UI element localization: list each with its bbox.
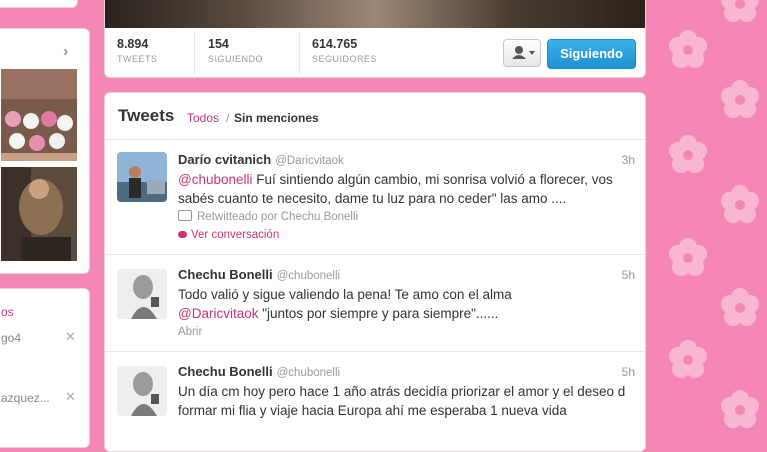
tweet-time[interactable]: 3h xyxy=(622,153,635,167)
divider xyxy=(299,31,300,75)
left-top-card xyxy=(0,0,78,8)
chevron-right-icon[interactable]: › xyxy=(63,43,68,61)
tweets-stream: Tweets Todos / Sin menciones Darío cvita… xyxy=(104,92,646,452)
retweet-by[interactable]: Retwitteado por Chechu Bonelli xyxy=(197,211,358,223)
tweets-header: Tweets Todos / Sin menciones xyxy=(105,93,645,140)
view-conversation-link[interactable]: Ver conversación xyxy=(178,229,279,241)
avatar[interactable] xyxy=(117,366,167,416)
tweet-text: Todo valió y sigue valiendo la pena! Te … xyxy=(178,285,633,323)
photo-thumbnail[interactable] xyxy=(1,69,77,161)
tweet-item[interactable]: Chechu Bonelli @chubonelli 5h Un día cm h… xyxy=(105,352,645,451)
tweet-item[interactable]: Chechu Bonelli @chubonelli 5h Todo valió … xyxy=(105,255,645,352)
suggestion-label[interactable]: os xyxy=(1,305,14,319)
stat-value: 614.765 xyxy=(312,37,358,51)
tweet-item[interactable]: Darío cvitanich @Daricvitaok 3h @chubonel… xyxy=(105,140,645,255)
filter-separator: / xyxy=(226,111,230,125)
stat-followers[interactable]: 614.765 SEGUIDORES xyxy=(312,37,377,75)
tweet-time[interactable]: 5h xyxy=(622,365,635,379)
mention-link[interactable]: @chubonelli xyxy=(178,172,253,187)
view-conversation-label: Ver conversación xyxy=(191,229,280,241)
stat-label: TWEETS xyxy=(117,54,158,64)
stat-value: 8.894 xyxy=(117,37,149,51)
tweet-author[interactable]: Darío cvitanich @Daricvitaok xyxy=(178,152,344,167)
avatar[interactable] xyxy=(117,152,167,202)
following-button[interactable]: Siguiendo xyxy=(547,39,636,69)
stat-tweets[interactable]: 8.894 TWEETS xyxy=(117,37,158,75)
avatar[interactable] xyxy=(117,269,167,319)
mention-link[interactable]: @Daricvitaok xyxy=(178,306,258,321)
suggestion-label[interactable]: go4 xyxy=(1,331,21,345)
user-actions-button[interactable] xyxy=(503,39,541,67)
tweet-body: "juntos por siempre y para siempre".....… xyxy=(262,306,499,321)
author-handle[interactable]: @chubonelli xyxy=(277,367,340,379)
close-icon[interactable]: ✕ xyxy=(65,329,76,345)
profile-banner xyxy=(105,0,645,28)
tweet-author[interactable]: Chechu Bonelli @chubonelli xyxy=(178,364,340,379)
retweet-icon xyxy=(178,210,192,221)
photo-thumbnail[interactable] xyxy=(1,167,77,261)
profile-stats-card: 8.894 TWEETS 154 SIGUIENDO 614.765 SEGUI… xyxy=(104,0,646,78)
speech-bubble-icon xyxy=(178,231,187,238)
tweet-text: @chubonelli Fuí sintiendo algún cambio, … xyxy=(178,170,633,208)
tweet-text: Un día cm hoy pero hace 1 año atrás deci… xyxy=(178,384,626,418)
photos-card: › xyxy=(0,28,90,274)
tweet-time[interactable]: 5h xyxy=(622,268,635,282)
author-handle[interactable]: @Daricvitaok xyxy=(275,155,344,167)
user-dropdown-icon xyxy=(512,46,535,59)
author-handle[interactable]: @chubonelli xyxy=(277,270,340,282)
tweet-author[interactable]: Chechu Bonelli @chubonelli xyxy=(178,267,340,282)
author-name[interactable]: Darío cvitanich xyxy=(178,152,271,167)
open-tweet-link[interactable]: Abrir xyxy=(178,326,202,338)
suggestion-label[interactable]: azquez... xyxy=(1,391,50,405)
stat-label: SEGUIDORES xyxy=(312,54,378,64)
stat-label: SIGUIENDO xyxy=(208,54,264,64)
author-name[interactable]: Chechu Bonelli xyxy=(178,267,273,282)
author-name[interactable]: Chechu Bonelli xyxy=(178,364,273,379)
tweets-title: Tweets xyxy=(118,106,175,125)
filter-no-mentions-link[interactable]: Sin menciones xyxy=(234,111,319,125)
retweet-info: Retwitteado por Chechu Bonelli xyxy=(178,210,358,223)
stat-value: 154 xyxy=(208,37,229,51)
filter-all-link[interactable]: Todos xyxy=(187,111,219,125)
stat-following[interactable]: 154 SIGUIENDO xyxy=(208,37,263,75)
tweet-body: Todo valió y sigue valiendo la pena! Te … xyxy=(178,287,512,302)
suggestions-card: os go4 ✕ azquez... ✕ xyxy=(0,288,90,448)
divider xyxy=(194,31,195,75)
close-icon[interactable]: ✕ xyxy=(65,389,76,405)
